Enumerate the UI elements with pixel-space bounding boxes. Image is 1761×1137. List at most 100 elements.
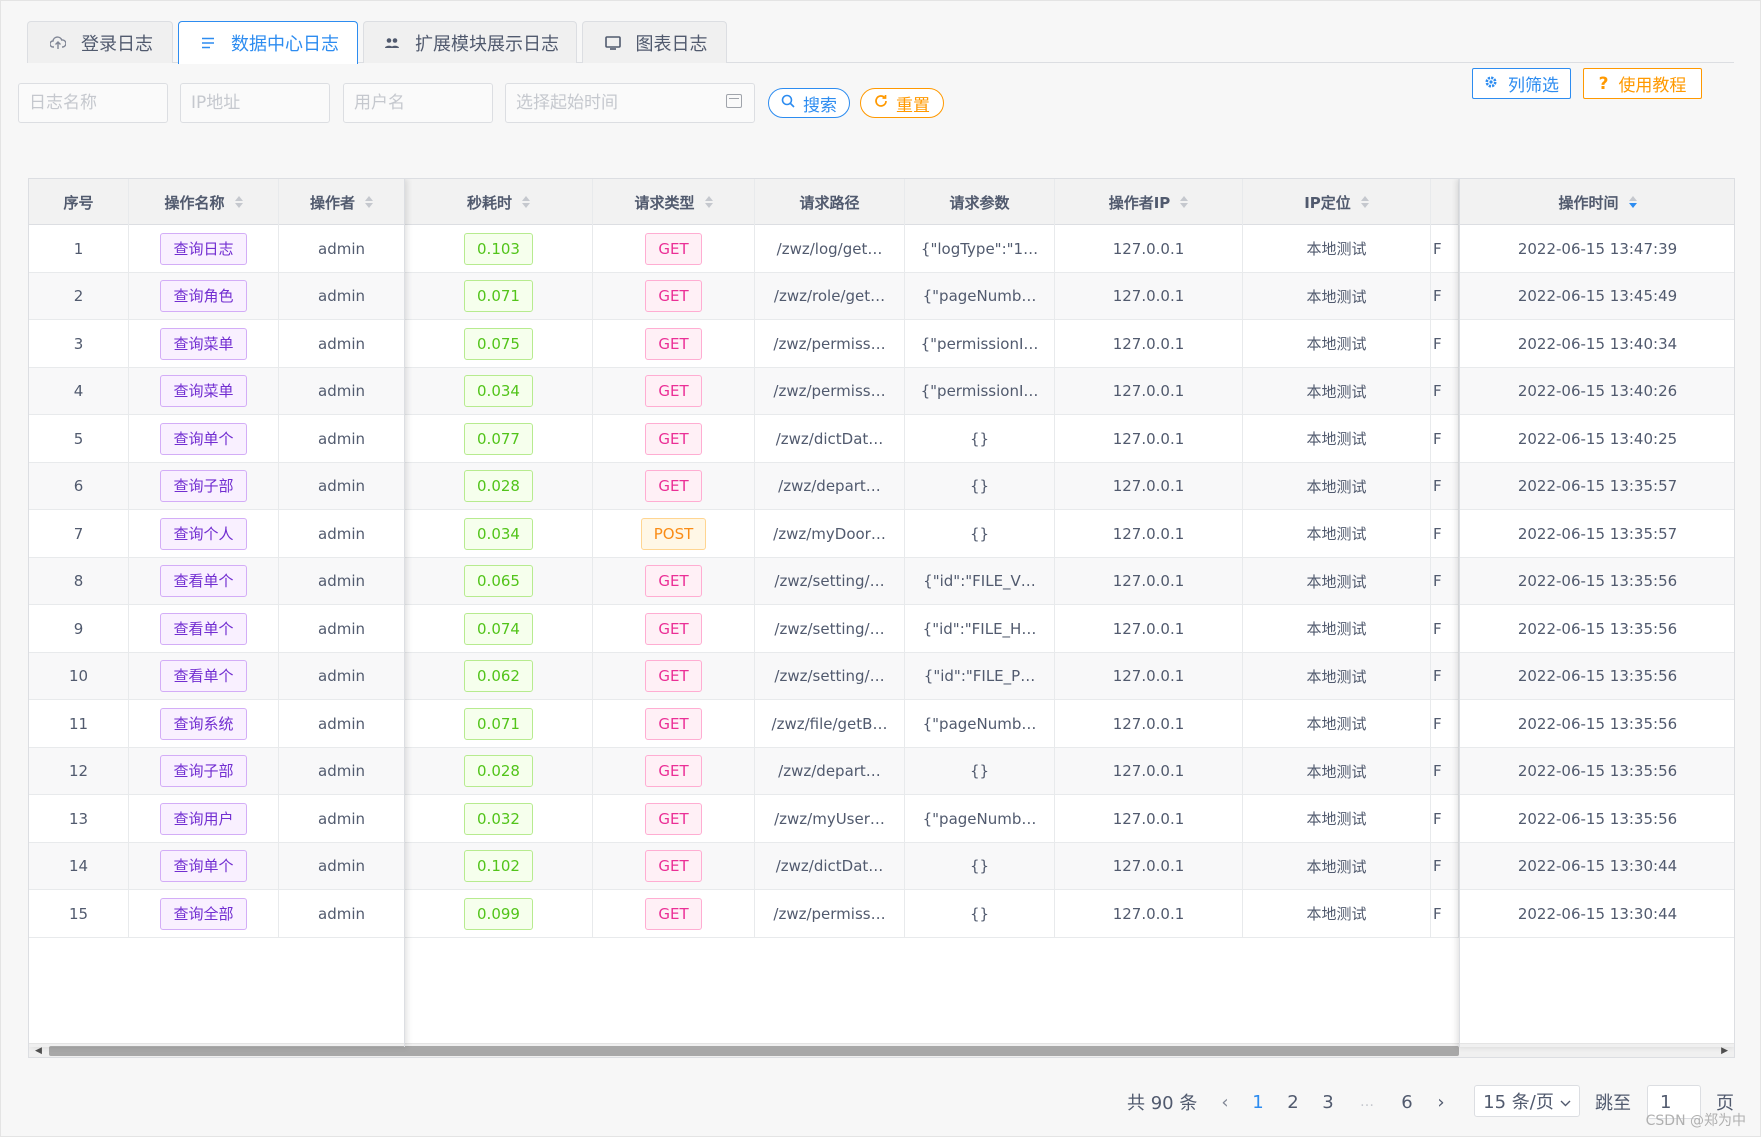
cell-no: 10 (29, 652, 129, 700)
ip-cell: 127.0.0.1 (1112, 572, 1185, 590)
cell-partial: F (1431, 462, 1459, 510)
prev-page-icon[interactable]: ‹ (1217, 1086, 1233, 1118)
column-filter-label: 列筛选 (1508, 76, 1559, 96)
cell-method: GET (593, 652, 755, 700)
next-page-icon[interactable]: › (1433, 1086, 1449, 1118)
cell-user: admin (279, 557, 405, 605)
cell-loc: 本地测试 (1243, 225, 1431, 272)
page-2[interactable]: 2 (1283, 1086, 1303, 1118)
tutorial-button[interactable]: ? 使用教程 (1583, 68, 1702, 99)
hidden-col-cell: F (1433, 809, 1442, 828)
sort-icon[interactable] (522, 196, 530, 208)
operator-cell: admin (318, 762, 365, 780)
cell-method: GET (593, 842, 755, 890)
path-cell: /zwz/file/getB… (771, 714, 888, 733)
cell-path: /zwz/file/getB… (755, 700, 905, 747)
col-header-operation[interactable]: 操作名称 (129, 179, 279, 225)
cell-loc: 本地测试 (1243, 700, 1431, 747)
table-row: 8 查看单个 admin 0.065 GET/zwz/setting/… {"id":"F… (29, 557, 1734, 605)
cell-loc: 本地测试 (1243, 605, 1431, 652)
cloud-upload-icon (47, 35, 69, 50)
sort-icon[interactable] (1360, 196, 1369, 208)
ip-location-cell: 本地测试 (1306, 382, 1367, 401)
cell-params: {"pageNumb… (905, 272, 1055, 320)
datetime-cell: 2022-06-15 13:35:57 (1517, 524, 1678, 543)
hidden-col-cell: F (1433, 287, 1442, 305)
log-tabs: 登录日志 数据中心日志 扩展模块展示日志 图表日志 (27, 21, 1734, 64)
column-filter-button[interactable]: 列筛选 (1472, 68, 1571, 99)
tab-extension-log[interactable]: 扩展模块展示日志 (363, 21, 577, 63)
page-3[interactable]: 3 (1318, 1086, 1338, 1118)
cell-datetime: 2022-06-15 13:35:56 (1459, 653, 1734, 700)
ip-location-cell: 本地测试 (1306, 620, 1367, 638)
cell-partial: F (1431, 605, 1459, 652)
scroll-left-arrow-icon[interactable]: ◀ (35, 1046, 42, 1056)
method-tag: GET (645, 232, 702, 265)
col-header-datetime[interactable]: 操作时间 (1459, 179, 1734, 225)
sort-icon[interactable] (234, 196, 243, 208)
search-button[interactable]: 搜索 (768, 88, 850, 118)
method-tag: GET (645, 612, 702, 645)
col-header-path: 请求路径 (755, 179, 905, 225)
table-row: 9 查看单个 admin 0.074 GET/zwz/setting/… {"id":"F… (29, 605, 1734, 653)
cost-time-tag: 0.077 (464, 422, 533, 455)
col-header-method[interactable]: 请求类型 (593, 179, 755, 225)
calendar-icon[interactable] (726, 94, 742, 108)
datetime-cell: 2022-06-15 13:35:56 (1517, 619, 1678, 638)
start-date-picker[interactable] (505, 83, 755, 123)
table-header: 序号 操作名称 操作者 秒耗时 请求类型 请求路径 请求参数 操作者IP IP定… (29, 179, 1734, 225)
cell-datetime: 2022-06-15 13:35:56 (1459, 605, 1734, 652)
scrollbar-thumb[interactable] (49, 1046, 1459, 1056)
method-tag: GET (645, 897, 702, 930)
ip-location-cell: 本地测试 (1306, 715, 1367, 733)
method-tag: POST (640, 517, 707, 550)
datetime-cell: 2022-06-15 13:40:34 (1517, 334, 1678, 353)
table-row: 1 查询日志 admin 0.103 GET/zwz/log/get… {"logType… (29, 225, 1734, 273)
reset-button[interactable]: 重置 (860, 88, 944, 118)
row-index: 4 (73, 382, 84, 400)
ip-cell: 127.0.0.1 (1112, 904, 1185, 923)
table-row: 2 查询角色 admin 0.071 GET/zwz/role/get… {"pageNu… (29, 272, 1734, 320)
table-row: 11 查询系统 admin 0.071 GET/zwz/file/getB… {"page… (29, 700, 1734, 748)
cell-op: 查看单个 (129, 605, 279, 652)
col-header-ip-location[interactable]: IP定位 (1243, 179, 1431, 225)
col-header-cost-time[interactable]: 秒耗时 (405, 179, 593, 225)
cell-time: 0.034 (405, 367, 593, 415)
cell-time: 0.028 (405, 462, 593, 510)
sort-icon[interactable] (704, 196, 713, 208)
cell-time: 0.028 (405, 747, 593, 795)
cell-datetime: 2022-06-15 13:35:57 (1459, 510, 1734, 557)
log-name-input[interactable] (18, 83, 168, 123)
sort-desc-icon[interactable] (1628, 196, 1637, 208)
method-tag: GET (645, 755, 702, 787)
cell-datetime: 2022-06-15 13:35:56 (1459, 748, 1734, 795)
ip-location-cell: 本地测试 (1306, 857, 1367, 876)
tab-chart-log[interactable]: 图表日志 (582, 21, 727, 63)
reset-label: 重置 (896, 95, 930, 116)
operator-cell: admin (318, 334, 365, 353)
username-input[interactable] (343, 83, 493, 123)
col-header-operator[interactable]: 操作者 (279, 179, 405, 225)
page-1[interactable]: 1 (1248, 1086, 1268, 1118)
cell-ip: 127.0.0.1 (1055, 462, 1243, 510)
sort-icon[interactable] (365, 196, 373, 208)
params-cell: {} (969, 857, 990, 875)
cell-path: /zwz/myDoor… (755, 510, 905, 557)
page-6[interactable]: 6 (1397, 1086, 1417, 1118)
ip-address-input[interactable] (180, 83, 330, 123)
method-tag: GET (645, 327, 702, 360)
page-ellipsis[interactable]: … (1357, 1086, 1377, 1118)
col-header-ip[interactable]: 操作者IP (1055, 179, 1243, 225)
row-index: 2 (73, 287, 84, 305)
tab-datacenter-log[interactable]: 数据中心日志 (178, 21, 358, 64)
operator-cell: admin (318, 809, 365, 828)
sort-icon[interactable] (1180, 196, 1189, 208)
method-tag: GET (645, 850, 702, 882)
horizontal-scrollbar[interactable]: ◀ ▶ (29, 1043, 1734, 1057)
params-cell: {} (969, 762, 990, 780)
tab-login-log[interactable]: 登录日志 (27, 21, 173, 63)
hidden-col-cell: F (1433, 572, 1442, 590)
cell-path: /zwz/log/get… (755, 225, 905, 272)
page-size-select[interactable]: 15 条/页 (1474, 1085, 1580, 1117)
scroll-right-arrow-icon[interactable]: ▶ (1721, 1046, 1728, 1056)
